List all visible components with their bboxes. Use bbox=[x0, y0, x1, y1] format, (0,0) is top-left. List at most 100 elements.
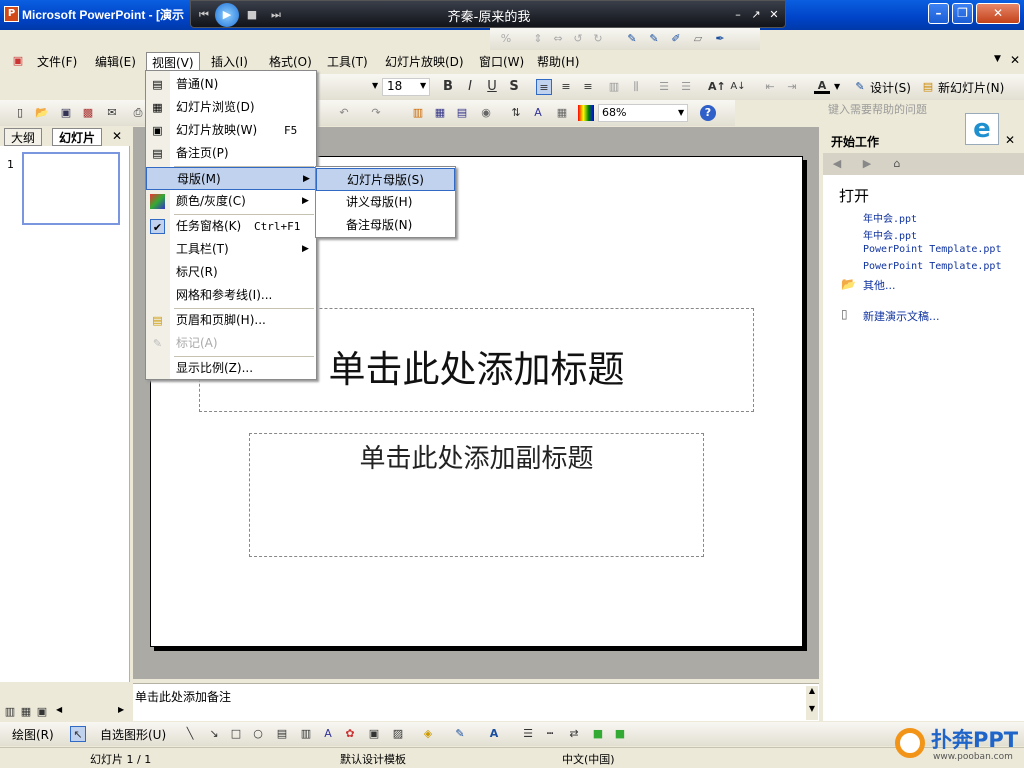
menu-item-color-grayscale[interactable]: 颜色/灰度(C) ▶ bbox=[146, 190, 316, 213]
fill-color-icon[interactable]: ◈ bbox=[420, 726, 436, 742]
rotate-right-icon[interactable]: ↻ bbox=[590, 31, 606, 47]
restore-button[interactable]: ❐ bbox=[952, 3, 973, 24]
new-slide-button[interactable]: 新幻灯片(N) bbox=[938, 79, 1004, 96]
help-icon[interactable]: ? bbox=[700, 105, 716, 121]
recent-file-link[interactable]: 年中会.ppt bbox=[863, 227, 917, 242]
shadow-button[interactable]: S bbox=[506, 79, 522, 95]
menu-item-notes-master[interactable]: 备注母版(N) bbox=[316, 214, 455, 237]
zoom-arrow-icon[interactable]: ▼ bbox=[678, 108, 684, 117]
chart-icon[interactable]: ▥ bbox=[410, 105, 426, 121]
design-icon[interactable]: ✎ bbox=[852, 79, 868, 95]
notes-scrollbar[interactable]: ▲ ▼ bbox=[806, 686, 818, 720]
subtitle-placeholder[interactable]: 单击此处添加副标题 bbox=[249, 433, 704, 557]
menu-item-normal[interactable]: ▤ 普通(N) bbox=[146, 73, 316, 96]
clip-art-icon[interactable]: ▣ bbox=[366, 726, 382, 742]
line-icon[interactable]: ╲ bbox=[182, 726, 198, 742]
menu-item-slideshow[interactable]: ▣ 幻灯片放映(W) F5 bbox=[146, 119, 316, 142]
arrow-icon[interactable]: ↘ bbox=[206, 726, 222, 742]
recent-file-link[interactable]: PowerPoint Template.ppt bbox=[863, 244, 1001, 255]
pane-close-icon[interactable]: ✕ bbox=[112, 129, 122, 143]
back-icon[interactable]: ◀ bbox=[829, 156, 845, 172]
menu-item-handout-master[interactable]: 讲义母版(H) bbox=[316, 191, 455, 214]
font-color-arrow-icon[interactable]: ▼ bbox=[834, 82, 840, 91]
arrow-style-icon[interactable]: ⇄ bbox=[566, 726, 582, 742]
menu-item-grid-guides[interactable]: 网格和参考线(I)... bbox=[146, 284, 316, 307]
color-gray-toolbar-icon[interactable] bbox=[578, 105, 594, 121]
next-track-icon[interactable]: ⏭ bbox=[267, 6, 285, 24]
draw-menu-button[interactable]: 绘图(R) bbox=[12, 726, 54, 743]
highlighter-icon[interactable]: ✎ bbox=[646, 31, 662, 47]
diagram-icon[interactable]: ✿ bbox=[342, 726, 358, 742]
distribute-icon[interactable]: ▥ bbox=[606, 79, 622, 95]
pen-icon[interactable]: ✎ bbox=[624, 31, 640, 47]
save-icon[interactable]: ▣ bbox=[58, 105, 74, 121]
table-icon[interactable]: ▦ bbox=[432, 105, 448, 121]
font-color-icon[interactable]: A bbox=[814, 78, 830, 94]
player-minimize-icon[interactable]: – bbox=[729, 6, 747, 24]
decrease-font-icon[interactable]: A↓ bbox=[730, 79, 746, 95]
align-center-icon[interactable]: ≡ bbox=[558, 79, 574, 95]
more-files-link[interactable]: 其他... bbox=[863, 277, 896, 293]
picture-icon[interactable]: ▨ bbox=[390, 726, 406, 742]
menu-item-ruler[interactable]: 标尺(R) bbox=[146, 261, 316, 284]
previous-track-icon[interactable]: ⏮ bbox=[195, 6, 213, 24]
normal-view-button-icon[interactable]: ▥ bbox=[2, 704, 18, 720]
powerpoint-icon[interactable]: P bbox=[4, 6, 19, 22]
shadow-style-icon[interactable]: ■ bbox=[590, 726, 606, 742]
menu-insert[interactable]: 插入(I) bbox=[206, 52, 253, 70]
underline-button[interactable]: U bbox=[484, 79, 500, 95]
menu-item-notes-page[interactable]: ▤ 备注页(P) bbox=[146, 142, 316, 165]
recent-file-link[interactable]: PowerPoint Template.ppt bbox=[863, 261, 1001, 272]
sorter-view-button-icon[interactable]: ▦ bbox=[18, 704, 34, 720]
zoom-field[interactable]: 68% bbox=[598, 104, 688, 122]
menu-help[interactable]: 帮助(H) bbox=[532, 52, 584, 70]
doc-close-icon[interactable]: ✕ bbox=[1010, 53, 1020, 67]
menu-item-toolbars[interactable]: 工具栏(T) ▶ bbox=[146, 238, 316, 261]
menu-item-task-pane[interactable]: ✔ 任务窗格(K) Ctrl+F1 bbox=[146, 215, 316, 238]
menu-item-header-footer[interactable]: ▤ 页眉和页脚(H)... bbox=[146, 309, 316, 332]
show-formatting-icon[interactable]: A bbox=[530, 105, 546, 121]
select-pointer-icon[interactable]: ↖ bbox=[70, 726, 86, 742]
expand-all-icon[interactable]: ⇅ bbox=[508, 105, 524, 121]
flip-h-icon[interactable]: ⇔ bbox=[550, 31, 566, 47]
eraser-icon[interactable]: ▱ bbox=[690, 31, 706, 47]
dash-style-icon[interactable]: ┅ bbox=[542, 726, 558, 742]
task-pane-close-icon[interactable]: ✕ bbox=[1005, 133, 1015, 147]
percent-icon[interactable]: % bbox=[498, 31, 514, 47]
permission-icon[interactable]: ▩ bbox=[80, 105, 96, 121]
align-left-icon[interactable]: ≡ bbox=[536, 79, 552, 95]
menu-view[interactable]: 视图(V) bbox=[146, 52, 200, 70]
new-presentation-link[interactable]: 新建演示文稿... bbox=[863, 308, 940, 324]
3d-style-icon[interactable]: ■ bbox=[612, 726, 628, 742]
size-dropdown-arrow-icon[interactable]: ▼ bbox=[420, 81, 426, 90]
tab-outline[interactable]: 大纲 bbox=[4, 128, 43, 146]
flip-icon[interactable]: ⇕ bbox=[530, 31, 546, 47]
menu-tools[interactable]: 工具(T) bbox=[322, 52, 373, 70]
new-document-icon[interactable]: ▯ bbox=[12, 105, 28, 121]
increase-font-icon[interactable]: A↑ bbox=[708, 79, 726, 95]
line-style-icon[interactable]: ☰ bbox=[520, 726, 536, 742]
menu-slideshow[interactable]: 幻灯片放映(D) bbox=[380, 52, 469, 70]
align-right-icon[interactable]: ≡ bbox=[580, 79, 596, 95]
numbering-icon[interactable]: ☰ bbox=[656, 79, 672, 95]
line-color-icon[interactable]: ✎ bbox=[452, 726, 468, 742]
player-close-icon[interactable]: ✕ bbox=[765, 6, 783, 24]
menu-edit[interactable]: 编辑(E) bbox=[90, 52, 141, 70]
rotate-icon[interactable]: ↺ bbox=[570, 31, 586, 47]
ink-color-icon[interactable]: ✒ bbox=[712, 31, 728, 47]
menu-format[interactable]: 格式(O) bbox=[264, 52, 317, 70]
increase-indent-icon[interactable]: ⇥ bbox=[784, 79, 800, 95]
slideshow-button-icon[interactable]: ▣ bbox=[34, 704, 50, 720]
menu-window[interactable]: 窗口(W) bbox=[474, 52, 529, 70]
redo-icon[interactable]: ↷ bbox=[368, 105, 384, 121]
clipart-icon[interactable]: ◉ bbox=[478, 105, 494, 121]
forward-icon[interactable]: ▶ bbox=[859, 156, 875, 172]
slide-thumbnail[interactable] bbox=[22, 152, 120, 225]
email-icon[interactable]: ✉ bbox=[104, 105, 120, 121]
wordart-icon[interactable]: A bbox=[320, 726, 336, 742]
print-icon[interactable]: ⎙ bbox=[130, 105, 146, 121]
scroll-left-icon[interactable]: ◀ bbox=[56, 705, 62, 714]
textbox-icon[interactable]: ▤ bbox=[274, 726, 290, 742]
recent-file-link[interactable]: 年中会.ppt bbox=[863, 210, 917, 225]
marker-icon[interactable]: ✐ bbox=[668, 31, 684, 47]
